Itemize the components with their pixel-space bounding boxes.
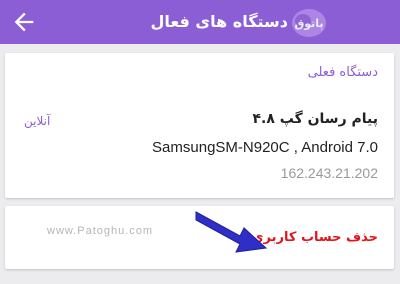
logo: پاتوق (292, 9, 326, 37)
device-model: SamsungSM-N920C , Android 7.0 (152, 139, 378, 156)
logo-text: پاتوق (294, 17, 323, 30)
arrow-pointer-icon (195, 211, 268, 253)
ip-address: 162.243.21.202 (280, 165, 378, 181)
page-title: دستگاه های فعال (150, 12, 288, 31)
delete-account-button[interactable]: حذف حساب کاربری (252, 230, 378, 245)
arrow-left-icon[interactable] (10, 8, 38, 36)
current-device-card: دستگاه فعلی پیام رسان گپ ۴.۸ آنلاین Sams… (5, 53, 394, 198)
device-app-name: پیام رسان گپ ۴.۸ (252, 111, 378, 127)
status-label: آنلاین (24, 114, 51, 128)
section-title: دستگاه فعلی (307, 65, 378, 80)
watermark: www.Patoghu.com (47, 225, 154, 237)
app-bar: دستگاه های فعال پاتوق (0, 0, 400, 44)
